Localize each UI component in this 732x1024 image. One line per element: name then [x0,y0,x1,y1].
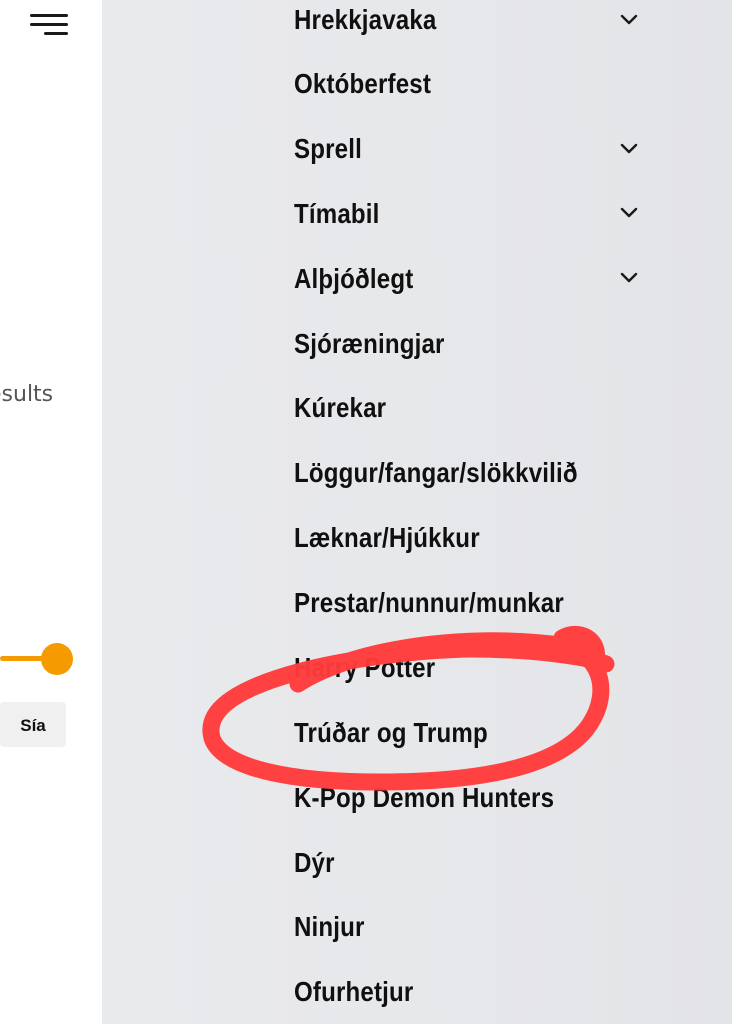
menu-item-label: Kúrekar [294,392,387,423]
menu-item-label: Löggur/fangar/slökkvilið [294,457,578,488]
menu-item-laeknar[interactable]: Læknar/Hjúkkur [294,518,654,558]
results-count-text: esults [0,382,54,407]
menu-item-trudar-og-trump[interactable]: Trúðar og Trump [294,713,654,753]
chevron-down-icon[interactable] [620,204,638,222]
menu-item-loggur[interactable]: Löggur/fangar/slökkvilið [294,453,654,493]
menu-item-ofurhetjur[interactable]: Ofurhetjur [294,972,654,1012]
menu-item-timabil[interactable]: Tímabil [294,194,654,234]
menu-item-oktoberfest[interactable]: Októberfest [294,64,654,104]
menu-item-harry-potter[interactable]: Harry Potter [294,648,654,688]
hamburger-menu-icon[interactable] [30,12,68,38]
category-menu-drawer: Hrekkjavaka Októberfest Sprell Tímabil A… [102,0,732,1024]
menu-item-label: Tímabil [294,198,380,229]
menu-item-prestar[interactable]: Prestar/nunnur/munkar [294,583,654,623]
menu-item-sprell[interactable]: Sprell [294,129,654,169]
chevron-down-icon[interactable] [620,140,638,158]
menu-item-dyr[interactable]: Dýr [294,843,654,883]
menu-item-hrekkjavaka[interactable]: Hrekkjavaka [294,0,654,40]
menu-item-label: Sjóræningjar [294,328,445,359]
menu-item-label: Októberfest [294,68,432,99]
menu-item-label: Alþjóðlegt [294,263,414,294]
chevron-down-icon[interactable] [620,11,638,29]
menu-item-label: K-Pop Demon Hunters [294,782,555,813]
menu-item-kurekar[interactable]: Kúrekar [294,388,654,428]
menu-item-label: Trúðar og Trump [294,717,488,748]
menu-item-kpop-demon-hunters[interactable]: K-Pop Demon Hunters [294,778,654,818]
background-page: esults Sía [0,0,102,1024]
page: esults Sía Hrekkjavaka Októberfest Sprel… [0,0,732,1024]
filter-button[interactable]: Sía [0,702,66,747]
menu-item-label: Prestar/nunnur/munkar [294,587,564,618]
chevron-down-icon[interactable] [620,269,638,287]
menu-item-label: Hrekkjavaka [294,4,437,35]
menu-item-label: Ninjur [294,911,365,942]
menu-item-sjoraeningjar[interactable]: Sjóræningjar [294,324,654,364]
menu-item-label: Sprell [294,133,362,164]
menu-item-ninjur[interactable]: Ninjur [294,907,654,947]
price-slider-handle[interactable] [41,643,73,675]
menu-item-label: Læknar/Hjúkkur [294,522,480,553]
menu-item-label: Ofurhetjur [294,976,414,1007]
menu-item-label: Dýr [294,847,335,878]
menu-item-althjodlegt[interactable]: Alþjóðlegt [294,259,654,299]
menu-item-label: Harry Potter [294,652,436,683]
